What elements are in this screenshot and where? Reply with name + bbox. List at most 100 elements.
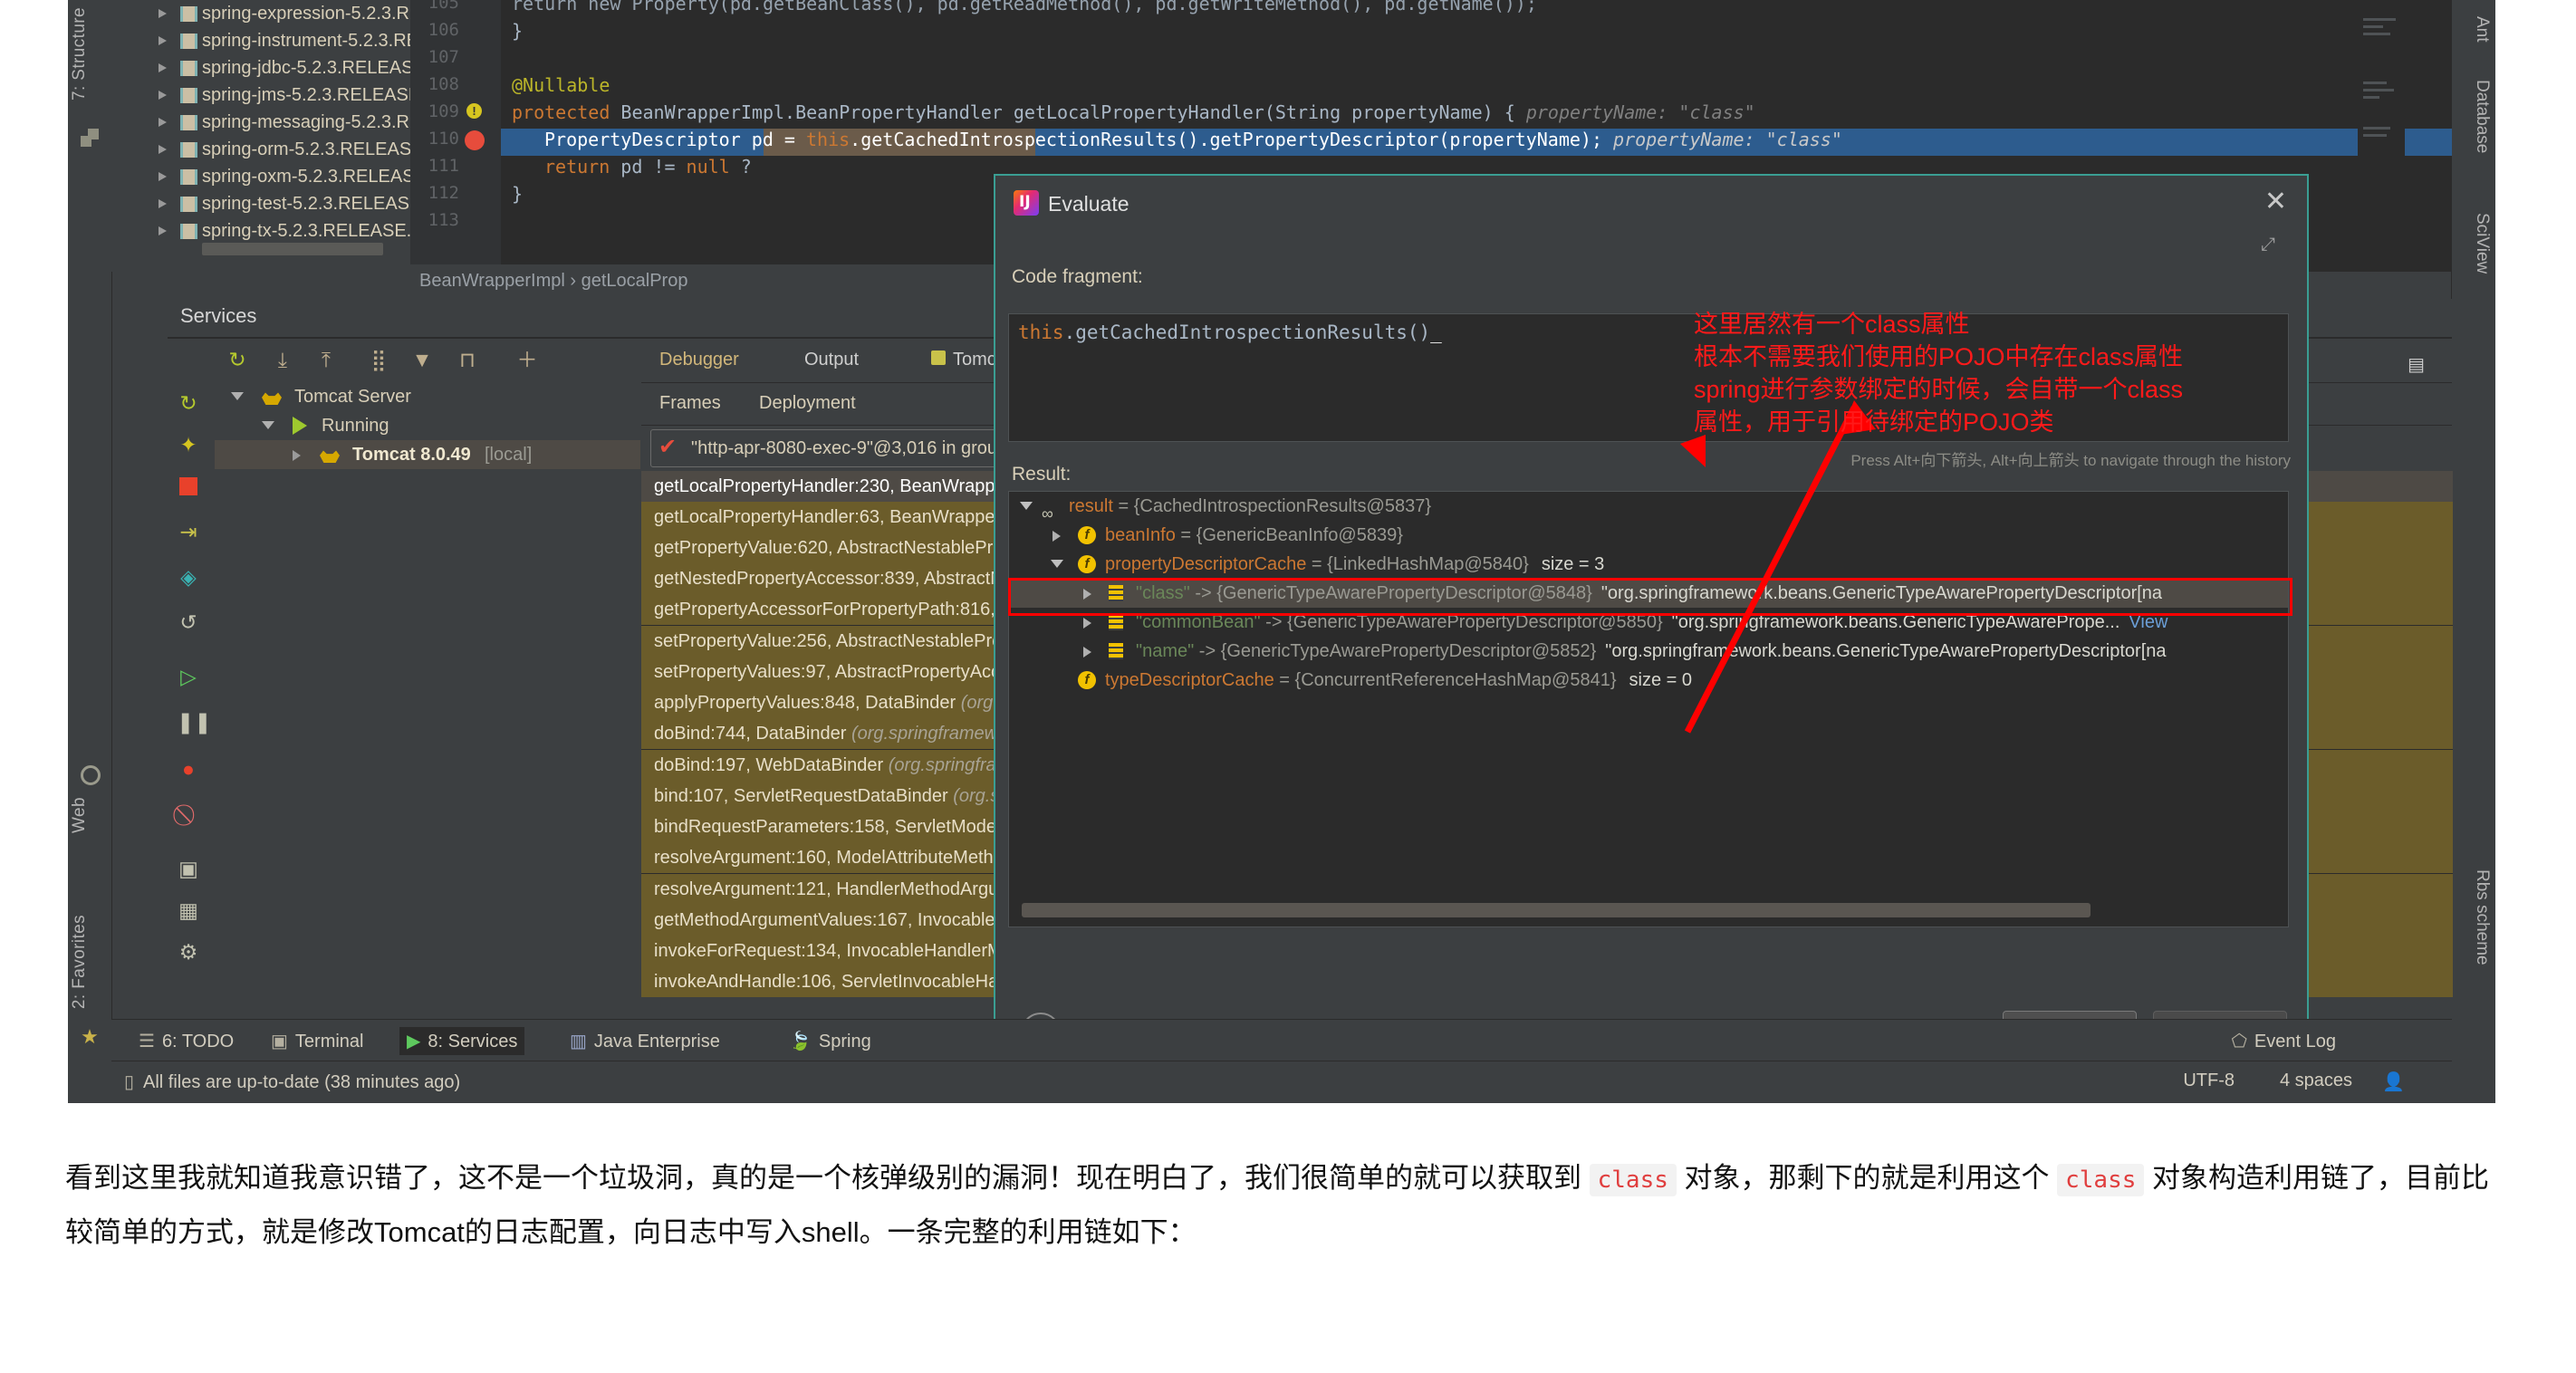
tree-item[interactable]: spring-orm-5.2.3.RELEASE.ja — [111, 136, 410, 163]
step-over-icon[interactable]: ⇥ — [177, 520, 200, 543]
tree-item[interactable]: spring-test-5.2.3.RELEASE.jar — [111, 190, 410, 217]
expand-all-icon[interactable]: ⤓ — [271, 348, 294, 371]
sidebar-tab-ant[interactable]: Ant — [2472, 16, 2492, 43]
view-breakpoints-icon[interactable]: ● — [177, 757, 200, 781]
chevron-right-icon[interactable] — [159, 118, 167, 127]
sub-tab-frames[interactable]: Frames — [659, 393, 721, 414]
tree-item[interactable]: spring-expression-5.2.3.RELEA — [111, 0, 410, 27]
result-row[interactable]: "class" -> {GenericTypeAwarePropertyDesc… — [1009, 579, 2288, 608]
tree-item[interactable]: spring-messaging-5.2.3.RELEA — [111, 109, 410, 136]
filter-icon[interactable]: ▼ — [410, 348, 434, 371]
services-tree[interactable]: Tomcat Server Running Tomcat 8.0.49 [loc… — [215, 382, 640, 1080]
tool-button-event-log[interactable]: ⬠Event Log — [2225, 1027, 2343, 1055]
services-tree-item-running[interactable]: Running — [215, 411, 640, 440]
mute-icon[interactable]: ⃠ — [177, 802, 200, 826]
sub-tab-deployment[interactable]: Deployment — [759, 393, 856, 414]
inline-code-class: class — [2057, 1164, 2144, 1196]
services-title: Services — [180, 304, 256, 328]
settings-gear-icon[interactable]: ⚙ — [177, 940, 200, 964]
sidebar-tab-rbs-scheme[interactable]: Rbs scheme — [2472, 869, 2492, 965]
chevron-right-icon[interactable] — [159, 63, 167, 72]
tree-item-label: Tomcat Server — [294, 382, 411, 411]
tree-item[interactable]: spring-tx-5.2.3.RELEASE.jar — [111, 217, 410, 245]
intellij-logo-icon: IJ — [1014, 190, 1039, 216]
services-tree-item-tomcat-instance[interactable]: Tomcat 8.0.49 [local] — [215, 440, 640, 469]
sidebar-tab-web[interactable]: Web — [70, 797, 90, 833]
refresh-icon[interactable]: ↻ — [226, 348, 249, 371]
chevron-right-icon[interactable] — [1083, 618, 1091, 629]
close-icon[interactable]: ✕ — [2264, 188, 2287, 216]
chevron-down-icon[interactable] — [1020, 502, 1033, 510]
pause-icon[interactable]: ❚❚ — [177, 710, 200, 734]
stop-icon[interactable] — [177, 476, 200, 500]
mute-breakpoints-icon[interactable]: ◈ — [177, 565, 200, 589]
line-number: 111 — [428, 156, 459, 176]
sidebar-tab-sciview[interactable]: SciView — [2472, 213, 2492, 274]
add-tab-icon[interactable]: ⊓ — [456, 348, 479, 371]
resume-icon[interactable]: ▷ — [177, 665, 200, 688]
debug-icon[interactable]: ✦ — [177, 433, 200, 456]
services-tree-item-tomcat-server[interactable]: Tomcat Server — [215, 382, 640, 411]
result-row[interactable]: f typeDescriptorCache = {ConcurrentRefer… — [1009, 666, 2288, 695]
chevron-right-icon[interactable] — [159, 226, 167, 235]
chevron-right-icon[interactable] — [159, 199, 167, 208]
expand-editor-icon[interactable]: ⤢ — [2261, 235, 2275, 255]
tab-debugger[interactable]: Debugger — [659, 350, 739, 370]
tab-output[interactable]: Output — [804, 350, 859, 370]
editor-minimap[interactable] — [2358, 0, 2405, 272]
chevron-right-icon[interactable] — [159, 172, 167, 181]
result-row[interactable]: "commonBean" -> {GenericTypeAwarePropert… — [1009, 608, 2288, 637]
add-icon[interactable]: ＋ — [515, 348, 539, 371]
frame-label: setPropertyValue:256, AbstractNestablePr… — [654, 631, 1023, 651]
tool-button-services[interactable]: ▶8: Services — [399, 1027, 524, 1055]
tool-button-label: Java Enterprise — [594, 1032, 720, 1051]
sidebar-tab-database[interactable]: Database — [2472, 80, 2492, 153]
tree-item[interactable]: spring-oxm-5.2.3.RELEASE.ja — [111, 163, 410, 190]
tool-button-spring[interactable]: 🍃Spring — [782, 1027, 879, 1055]
layout-icon[interactable]: ▦ — [177, 898, 200, 922]
rerun-icon[interactable]: ↻ — [177, 391, 200, 415]
debugger-settings-icon[interactable]: ▤ — [2408, 353, 2425, 376]
result-horizontal-scrollbar[interactable] — [1022, 903, 2091, 917]
sidebar-tab-structure[interactable]: 7: Structure — [70, 7, 90, 101]
sidebar-tab-favorites[interactable]: 2: Favorites — [70, 915, 90, 1009]
chevron-right-icon[interactable] — [293, 450, 301, 461]
chevron-down-icon[interactable] — [1051, 560, 1063, 568]
result-row[interactable]: f beanInfo = {GenericBeanInfo@5839} — [1009, 521, 2288, 550]
status-encoding[interactable]: UTF-8 — [2183, 1071, 2235, 1091]
chevron-down-icon[interactable] — [262, 421, 274, 429]
chevron-right-icon[interactable] — [1053, 531, 1061, 542]
result-label: Result: — [1012, 464, 1071, 485]
view-link[interactable]: View — [2129, 612, 2167, 632]
result-row[interactable]: "name" -> {GenericTypeAwarePropertyDescr… — [1009, 637, 2288, 666]
result-name: typeDescriptorCache — [1105, 670, 1274, 690]
group-icon[interactable]: ⣿ — [367, 348, 390, 371]
chevron-right-icon[interactable] — [159, 36, 167, 45]
chevron-right-icon[interactable] — [159, 145, 167, 154]
chevron-down-icon[interactable] — [231, 392, 244, 400]
result-row[interactable]: f propertyDescriptorCache = {LinkedHashM… — [1009, 550, 2288, 579]
hector-icon[interactable]: 👤 — [2382, 1071, 2405, 1093]
collapse-all-icon[interactable]: ⤒ — [314, 348, 338, 371]
status-indent[interactable]: 4 spaces — [2280, 1071, 2352, 1091]
editor-gutter[interactable]: 105 106 107 108 109 ! 110 111 112 113 — [410, 0, 501, 272]
project-tree[interactable]: spring-expression-5.2.3.RELEA spring-ins… — [111, 0, 410, 272]
restore-layout-icon[interactable]: ↺ — [177, 610, 200, 634]
breakpoint-icon[interactable] — [465, 130, 485, 150]
result-row[interactable]: ∞ result = {CachedIntrospectionResults@5… — [1009, 492, 2288, 521]
tool-button-todo[interactable]: ☰6: TODO — [131, 1027, 241, 1055]
result-name: result — [1069, 496, 1113, 516]
chevron-right-icon[interactable] — [159, 91, 167, 100]
result-tree[interactable]: ∞ result = {CachedIntrospectionResults@5… — [1008, 491, 2289, 927]
camera-icon[interactable]: ▣ — [177, 857, 200, 880]
ide-screenshot: 7: Structure Web 2: Favorites ★ Ant Data… — [68, 0, 2495, 1103]
tree-item[interactable]: spring-jdbc-5.2.3.RELEASE.jar — [111, 54, 410, 82]
chevron-right-icon[interactable] — [159, 9, 167, 18]
tree-item[interactable]: spring-instrument-5.2.3.RELEA — [111, 27, 410, 54]
tool-button-java-enterprise[interactable]: ▥Java Enterprise — [562, 1027, 727, 1055]
tree-item[interactable]: spring-jms-5.2.3.RELEASE.jar — [111, 82, 410, 109]
chevron-right-icon[interactable] — [1083, 589, 1091, 600]
horizontal-scrollbar[interactable] — [202, 243, 383, 255]
tool-button-terminal[interactable]: ▣Terminal — [264, 1027, 370, 1055]
chevron-right-icon[interactable] — [1083, 647, 1091, 658]
